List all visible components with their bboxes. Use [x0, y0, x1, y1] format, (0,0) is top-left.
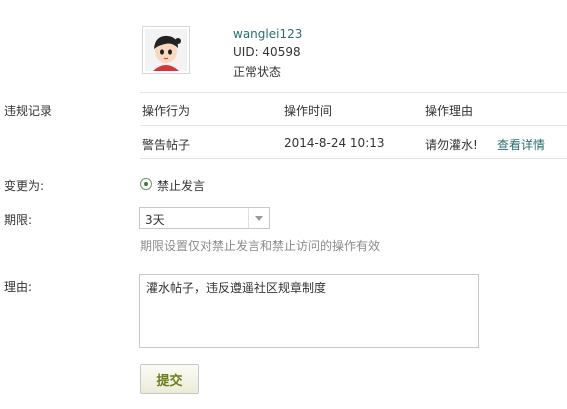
table-header-divider — [140, 125, 567, 126]
submit-button[interactable]: 提交 — [140, 364, 199, 394]
user-id: UID: 40598 — [233, 45, 301, 59]
radio-selected-icon[interactable] — [140, 178, 152, 190]
period-selected-value: 3天 — [145, 213, 165, 227]
avatar — [142, 26, 190, 74]
violations-label: 违规记录 — [4, 104, 53, 118]
table-bottom-divider — [140, 158, 567, 159]
user-status: 正常状态 — [233, 65, 282, 79]
table-row-time: 2014-8-24 10:13 — [284, 136, 385, 150]
table-row-reason: 请勿灌水! — [425, 138, 478, 152]
view-details-link[interactable]: 查看详情 — [497, 136, 545, 153]
table-header-reason: 操作理由 — [425, 104, 474, 118]
table-top-divider — [140, 92, 567, 93]
change-to-label: 变更为: — [4, 179, 45, 193]
period-label: 期限: — [4, 213, 33, 227]
table-header-action: 操作行为 — [142, 104, 191, 118]
user-avatar-icon — [145, 29, 187, 71]
chevron-down-icon[interactable] — [248, 208, 269, 228]
table-header-time: 操作时间 — [284, 104, 333, 118]
period-select[interactable]: 3天 — [139, 207, 270, 229]
reason-label: 理由: — [4, 280, 33, 294]
table-row-action: 警告帖子 — [142, 138, 191, 152]
ban-post-option-label[interactable]: 禁止发言 — [157, 177, 205, 194]
username: wanglei123 — [233, 27, 303, 41]
reason-textarea[interactable]: 灌水帖子，违反遵遥社区规章制度 — [139, 274, 479, 348]
period-hint: 期限设置仅对禁止发言和禁止访问的操作有效 — [140, 239, 381, 253]
